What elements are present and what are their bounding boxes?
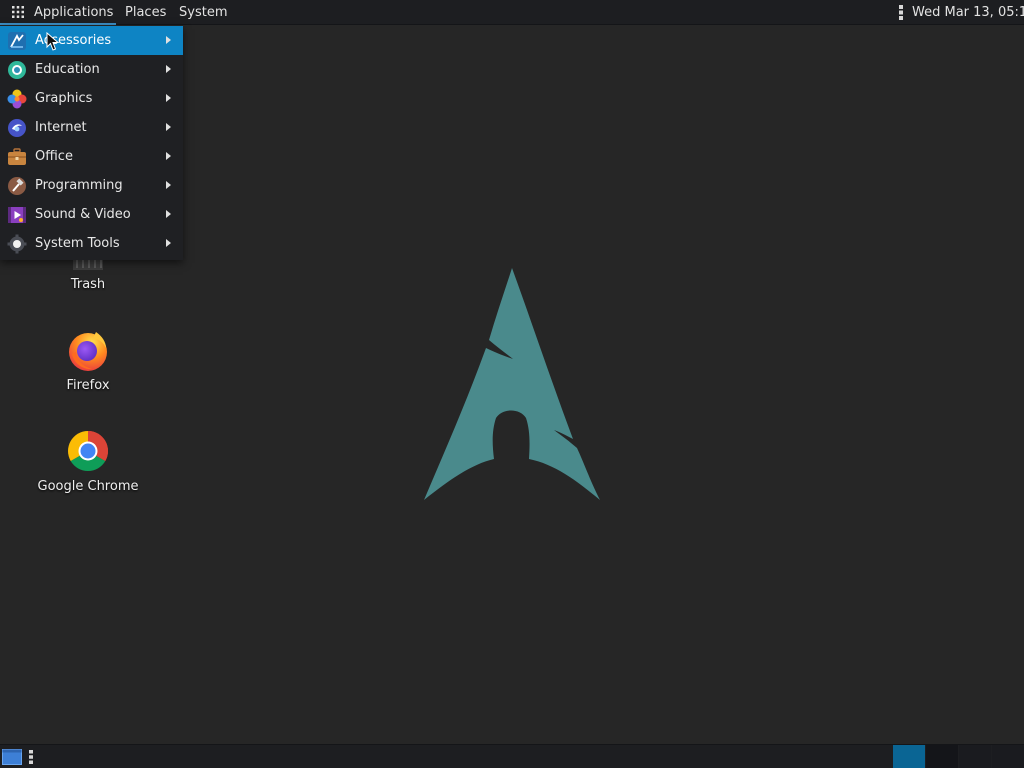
submenu-arrow-icon (166, 210, 171, 218)
menu-item-label: Graphics (35, 91, 93, 106)
accessories-icon (8, 32, 26, 50)
sound-video-icon (8, 207, 26, 223)
system-tools-icon (7, 234, 27, 254)
graphics-icon (7, 89, 27, 109)
arch-linux-logo (424, 268, 600, 500)
desktop[interactable]: Trash Firefox Google Chrome Applications… (0, 0, 1024, 768)
applications-menu-button[interactable]: Applications (0, 0, 116, 25)
menu-item-sound-video[interactable]: Sound & Video (0, 200, 183, 229)
submenu-arrow-icon (166, 94, 171, 102)
submenu-arrow-icon (166, 152, 171, 160)
menu-item-label: Sound & Video (35, 207, 131, 222)
education-icon (8, 61, 26, 79)
menu-item-education[interactable]: Education (0, 55, 183, 84)
menu-item-label: System Tools (35, 236, 120, 251)
panel-handle-icon[interactable] (899, 5, 903, 20)
submenu-arrow-icon (166, 181, 171, 189)
menu-item-graphics[interactable]: Graphics (0, 84, 183, 113)
clock[interactable]: Wed Mar 13, 05:13 (912, 0, 1024, 25)
workspace-2-button[interactable] (926, 745, 958, 768)
menu-item-programming[interactable]: Programming (0, 171, 183, 200)
mouse-pointer-icon (46, 32, 60, 51)
programming-icon (8, 177, 26, 195)
menu-item-system-tools[interactable]: System Tools (0, 229, 183, 258)
bottom-panel (0, 744, 1024, 768)
desktop-icon-label: Trash (70, 277, 106, 292)
desktop-icon-label: Firefox (66, 378, 110, 393)
menu-item-accessories[interactable]: Accessories (0, 26, 183, 55)
menu-item-office[interactable]: Office (0, 142, 183, 171)
submenu-arrow-icon (166, 123, 171, 131)
top-panel: Applications Places System Wed Mar 13, 0… (0, 0, 1024, 25)
workspace-1-button[interactable] (893, 745, 925, 768)
firefox-icon (69, 332, 107, 371)
desktop-icon-google-chrome[interactable]: Google Chrome (28, 429, 148, 494)
menu-item-label: Education (35, 62, 100, 77)
menu-item-internet[interactable]: Internet (0, 113, 183, 142)
system-menu-button[interactable]: System (179, 0, 227, 25)
show-desktop-icon[interactable] (2, 749, 22, 765)
desktop-icon-label: Google Chrome (37, 479, 139, 494)
desktop-icon-trash[interactable]: Trash (28, 258, 148, 292)
submenu-arrow-icon (166, 65, 171, 73)
workspace-3-button[interactable] (959, 745, 991, 768)
workspace-4-button[interactable] (992, 745, 1024, 768)
submenu-arrow-icon (166, 239, 171, 247)
applications-label: Applications (34, 5, 114, 20)
app-grid-icon (12, 6, 24, 18)
menu-item-label: Internet (35, 120, 87, 135)
applications-menu: Accessories Education Graphics Internet … (0, 26, 183, 260)
submenu-arrow-icon (166, 36, 171, 44)
places-menu-button[interactable]: Places (125, 0, 166, 25)
office-icon (8, 148, 26, 165)
menu-item-label: Programming (35, 178, 123, 193)
panel-handle-icon[interactable] (29, 750, 33, 764)
menu-item-label: Office (35, 149, 73, 164)
chrome-icon (68, 431, 108, 471)
internet-icon (8, 119, 26, 137)
desktop-icon-firefox[interactable]: Firefox (28, 328, 148, 393)
